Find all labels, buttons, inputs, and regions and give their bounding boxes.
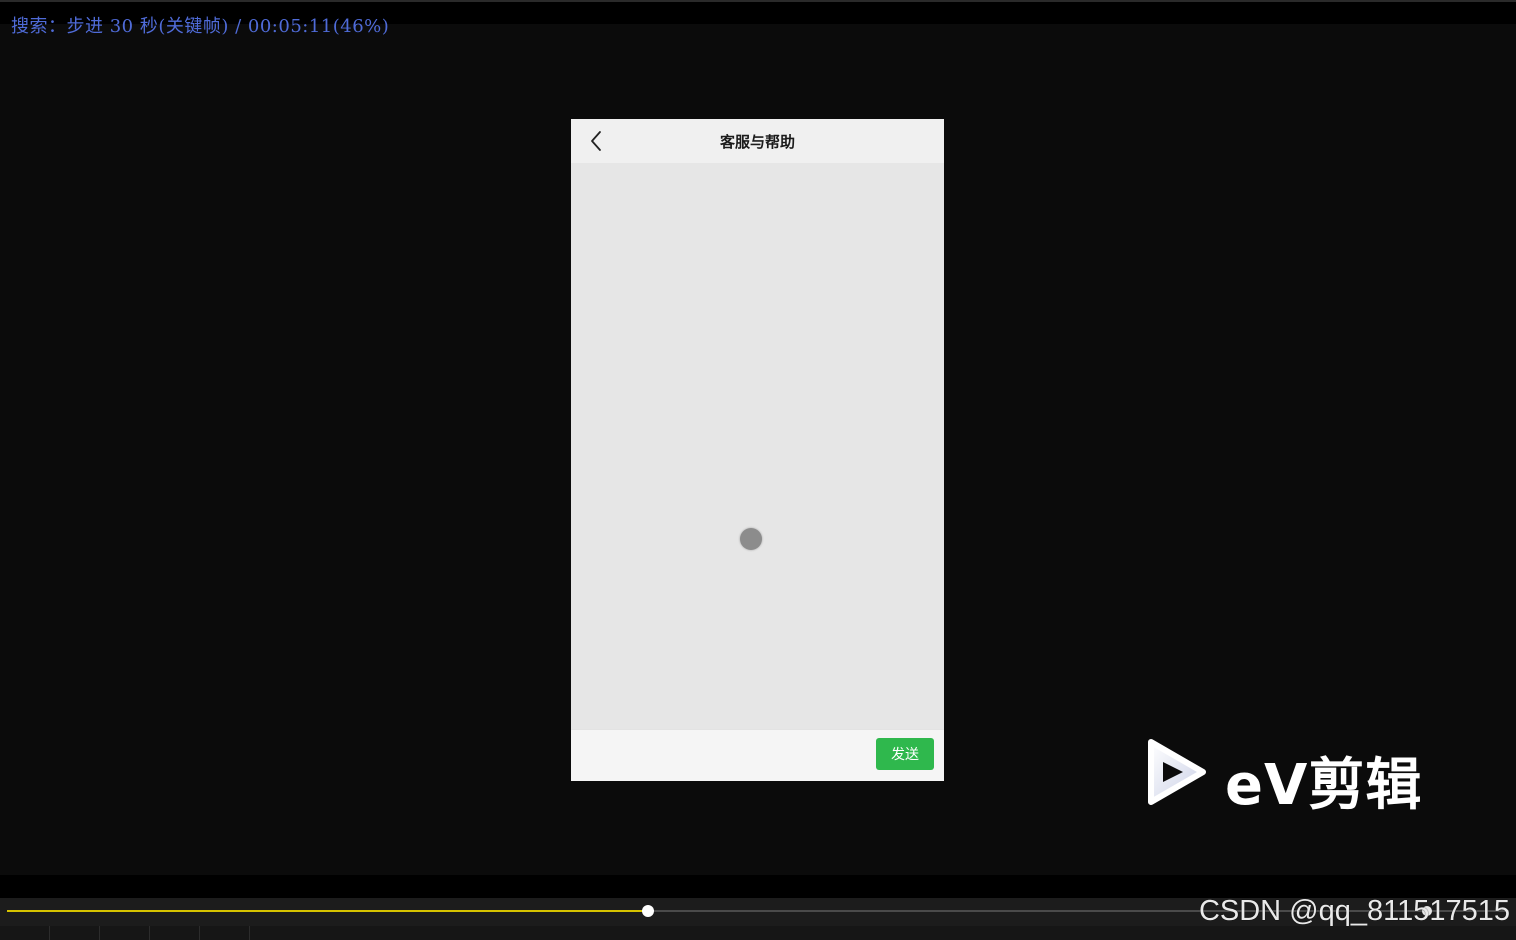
phone-screen: 客服与帮助 发送 xyxy=(571,119,944,781)
seek-status-text: 搜索：步进 30 秒(关键帧) / 00:05:11(46%) xyxy=(11,16,390,37)
control-button[interactable] xyxy=(200,926,250,940)
send-button[interactable]: 发送 xyxy=(876,738,934,770)
csdn-watermark: CSDN @qq_811517515 xyxy=(1198,895,1510,927)
control-button[interactable] xyxy=(0,926,50,940)
page-title: 客服与帮助 xyxy=(719,133,795,151)
control-button[interactable] xyxy=(150,926,200,940)
input-bar: 发送 xyxy=(571,729,944,781)
seek-played xyxy=(7,910,649,912)
ev-brand-text: eV剪辑 xyxy=(1225,753,1423,818)
play-triangle-icon xyxy=(1148,739,1206,805)
control-button[interactable] xyxy=(50,926,100,940)
seek-thumb[interactable] xyxy=(642,905,655,917)
loading-spinner-icon xyxy=(740,528,762,550)
control-button[interactable] xyxy=(100,926,150,940)
ev-watermark-logo: eV剪辑 xyxy=(1145,738,1435,818)
phone-header: 客服与帮助 xyxy=(571,119,944,163)
chat-body xyxy=(571,163,944,729)
control-button-row xyxy=(0,926,1516,940)
